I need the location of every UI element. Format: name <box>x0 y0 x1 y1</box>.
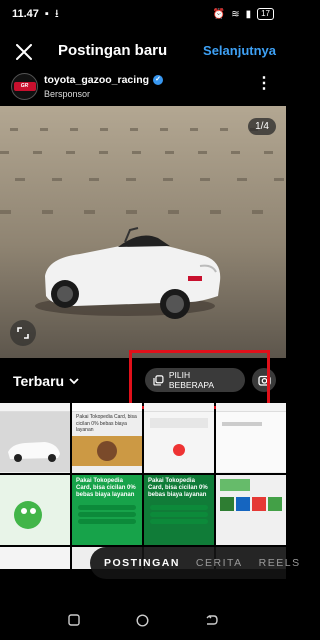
highlight-box <box>129 350 270 409</box>
sponsored-label: Bersponsor <box>44 89 91 99</box>
gallery-thumbnail[interactable] <box>216 403 286 473</box>
system-nav-bar <box>0 600 286 640</box>
close-icon <box>16 44 32 60</box>
more-options-button[interactable]: ⋮ <box>256 76 272 92</box>
mode-story[interactable]: CERITA <box>196 557 243 569</box>
top-bar: Postingan baru Selanjutnya <box>0 34 286 70</box>
expand-button[interactable] <box>10 320 36 346</box>
media-preview[interactable]: 1/4 <box>0 106 286 358</box>
gallery-thumbnail[interactable]: Pakai Tokopedia Card, bisa cicilan 0% be… <box>72 403 142 473</box>
verified-icon: ✓ <box>153 75 164 85</box>
expand-icon <box>17 327 29 339</box>
wifi-icon: ≋ <box>231 8 240 20</box>
thumbnail-text: Pakai Tokopedia Card, bisa cicilan 0% be… <box>76 414 137 433</box>
close-button[interactable] <box>10 38 38 66</box>
chevron-down-icon <box>69 378 79 385</box>
thumbnail-text: Pakai Tokopedia Card, bisa cicilan 0% be… <box>76 478 136 499</box>
car-photo <box>0 106 286 358</box>
gallery-thumbnail[interactable]: Pakai Tokopedia Card, bisa cicilan 0% be… <box>72 475 142 545</box>
back-icon[interactable] <box>205 614 218 626</box>
gallery-thumbnail[interactable] <box>216 475 286 545</box>
signal-icon: ▮ <box>245 8 252 20</box>
post-header: GR toyota_gazoo_racing ✓ Bersponsor ⋮ <box>0 70 286 106</box>
mode-reels[interactable]: REELS <box>259 557 301 569</box>
page-title: Postingan baru <box>58 42 168 59</box>
gallery-thumbnail[interactable] <box>0 547 70 569</box>
mode-post[interactable]: POSTINGAN <box>104 557 180 569</box>
gallery-thumbnail[interactable] <box>0 475 70 545</box>
download-icon: ⭳ <box>54 7 59 20</box>
gallery-thumbnail[interactable]: Pakai Tokopedia Card, bisa cicilan 0% be… <box>144 475 214 545</box>
media-counter: 1/4 <box>248 118 276 135</box>
gallery-thumbnail[interactable] <box>144 403 214 473</box>
next-button[interactable]: Selanjutnya <box>203 43 276 58</box>
mode-selector: POSTINGAN CERITA REELS <box>90 547 299 579</box>
album-label: Terbaru <box>13 373 65 389</box>
avatar[interactable]: GR <box>11 73 38 100</box>
battery-icon: 17 <box>257 8 274 20</box>
username-row[interactable]: toyota_gazoo_racing ✓ <box>44 74 164 86</box>
more-vertical-icon: ⋮ <box>256 75 272 92</box>
alarm-icon: ⏰ <box>212 8 226 20</box>
username: toyota_gazoo_racing <box>44 74 150 86</box>
thumbnail-text: Pakai Tokopedia Card, bisa cicilan 0% be… <box>148 478 208 499</box>
status-bar: 11.47 ▪ ⭳ ⏰ ≋ ▮ 17 <box>0 0 286 28</box>
clock: 11.47 <box>12 8 39 20</box>
gallery-thumbnail[interactable] <box>0 403 70 473</box>
gallery-grid: Pakai Tokopedia Card, bisa cicilan 0% be… <box>0 403 286 569</box>
home-icon[interactable] <box>136 613 149 627</box>
notification-icon: ▪ <box>44 8 49 20</box>
recent-apps-icon[interactable] <box>68 614 80 626</box>
album-selector[interactable]: Terbaru <box>13 373 79 389</box>
brand-logo: GR <box>13 82 36 91</box>
